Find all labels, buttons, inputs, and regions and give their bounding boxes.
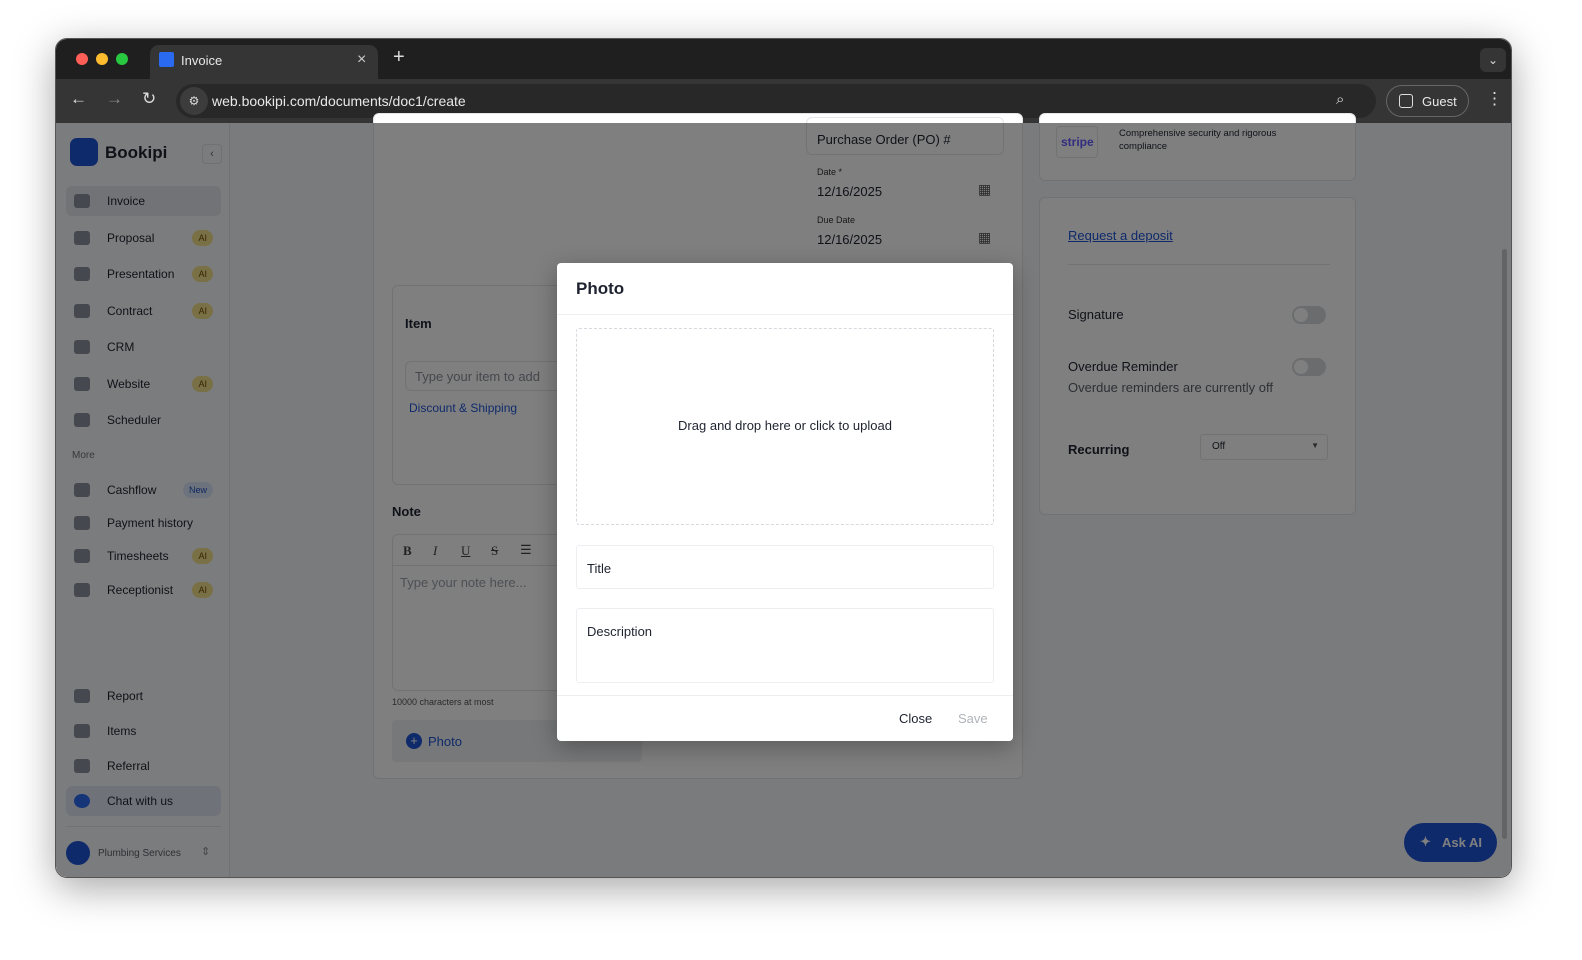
modal-title: Photo: [576, 279, 625, 298]
url-text: web.bookipi.com/documents/doc1/create: [212, 93, 466, 109]
tab-invoice[interactable]: Invoice ×: [150, 45, 378, 79]
maximize-window-button[interactable]: [116, 53, 128, 65]
close-button[interactable]: Close: [899, 711, 932, 726]
photo-title-input[interactable]: Title: [576, 545, 994, 589]
reload-icon[interactable]: ↻: [142, 89, 156, 109]
upload-dropzone[interactable]: Drag and drop here or click to upload: [576, 328, 994, 525]
tab-search-chevron-icon[interactable]: ⌄: [1480, 48, 1506, 72]
dropzone-text: Drag and drop here or click to upload: [678, 418, 892, 433]
browser-window: Invoice × + ⌄ ← → ↻ ⚙ web.bookipi.com/do…: [55, 38, 1512, 878]
profile-label: Guest: [1422, 94, 1457, 109]
close-window-button[interactable]: [76, 53, 88, 65]
photo-modal: Photo Drag and drop here or click to upl…: [557, 263, 1013, 741]
save-button[interactable]: Save: [958, 711, 988, 726]
photo-description-input[interactable]: Description: [576, 608, 994, 683]
title-placeholder: Title: [587, 561, 612, 576]
zoom-search-icon[interactable]: ⌕: [1336, 91, 1344, 108]
minimize-window-button[interactable]: [96, 53, 108, 65]
tab-title: Invoice: [181, 53, 223, 68]
forward-icon[interactable]: →: [106, 89, 123, 109]
profile-button[interactable]: Guest: [1386, 85, 1469, 117]
new-tab-icon[interactable]: +: [393, 46, 405, 69]
close-tab-icon[interactable]: ×: [357, 51, 366, 69]
title-bar: Invoice × + ⌄: [56, 39, 1511, 79]
back-icon[interactable]: ←: [70, 89, 87, 109]
description-placeholder: Description: [587, 624, 653, 639]
site-settings-icon[interactable]: ⚙: [180, 87, 208, 115]
profile-icon: [1399, 94, 1413, 108]
menu-kebab-icon[interactable]: ⋮: [1486, 89, 1503, 109]
bookipi-favicon-icon: [159, 52, 174, 67]
